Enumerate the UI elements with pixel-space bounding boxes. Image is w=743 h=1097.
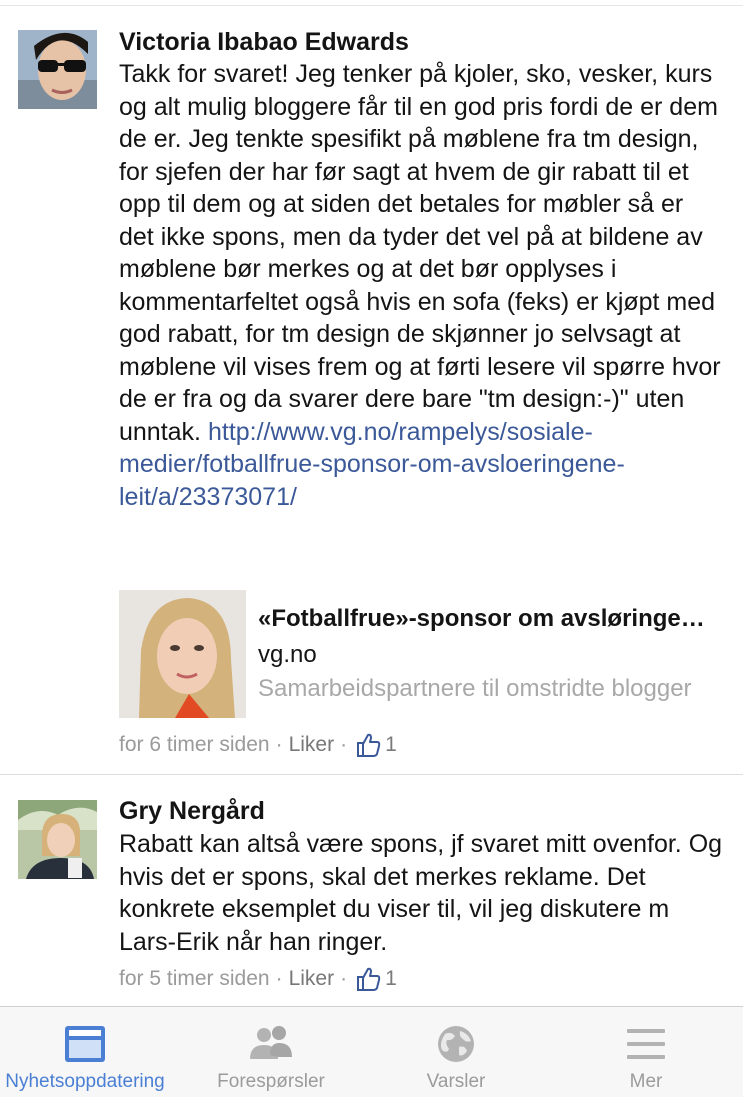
comment-author[interactable]: Victoria Ibabao Edwards [119, 27, 409, 57]
tab-friend-requests[interactable]: Forespørsler [181, 1007, 361, 1097]
menu-icon [623, 1023, 669, 1065]
tab-more[interactable]: Mer [556, 1007, 736, 1097]
comment-author[interactable]: Gry Nergård [119, 796, 265, 826]
globe-icon [433, 1023, 479, 1065]
tab-notifications[interactable]: Varsler [366, 1007, 546, 1097]
like-count: 1 [385, 733, 397, 756]
preview-title: «Fotballfrue»-sponsor om avsløringene le… [258, 605, 718, 632]
bottom-tab-bar: Nyhetsoppdatering Forespørsler Varsler M… [0, 1006, 743, 1097]
thumbs-up-icon [355, 966, 381, 992]
separator-dot: · [275, 967, 283, 990]
tab-label: Forespørsler [217, 1071, 325, 1092]
preview-image[interactable] [119, 590, 246, 718]
avatar[interactable] [18, 800, 97, 879]
preview-domain: vg.no [258, 641, 317, 668]
top-divider [0, 5, 743, 6]
avatar[interactable] [18, 30, 97, 109]
like-button[interactable]: Liker [289, 966, 335, 992]
comment-meta: for 5 timer siden · Liker · 1 [119, 966, 397, 992]
comment-timestamp: for 5 timer siden [119, 967, 270, 990]
comment-meta: for 6 timer siden · Liker · 1 [119, 732, 397, 758]
link-preview[interactable]: «Fotballfrue»-sponsor om avsløringene le… [119, 590, 719, 718]
tab-label: Nyhetsoppdatering [5, 1071, 165, 1092]
tab-news-feed[interactable]: Nyhetsoppdatering [0, 1007, 175, 1097]
comment-divider [0, 774, 743, 775]
friend-requests-icon [248, 1023, 294, 1065]
news-feed-icon [62, 1023, 108, 1065]
like-count: 1 [385, 967, 397, 990]
separator-dot: · [340, 967, 348, 990]
thumbs-up-icon [355, 732, 381, 758]
comment-text: Takk for svaret! Jeg tenker på kjoler, s… [119, 58, 723, 513]
tab-label: Mer [629, 1071, 663, 1092]
comment-text: Rabatt kan altså være spons, jf svaret m… [119, 830, 723, 956]
separator-dot: · [275, 733, 283, 756]
separator-dot: · [340, 733, 348, 756]
comment-timestamp: for 6 timer siden [119, 733, 270, 756]
comment-body: Takk for svaret! Jeg tenker på kjoler, s… [119, 60, 721, 446]
preview-description: Samarbeidspartnere til omstridte blogger [258, 675, 692, 702]
tab-label: Varsler [426, 1071, 486, 1092]
like-button[interactable]: Liker [289, 732, 335, 758]
